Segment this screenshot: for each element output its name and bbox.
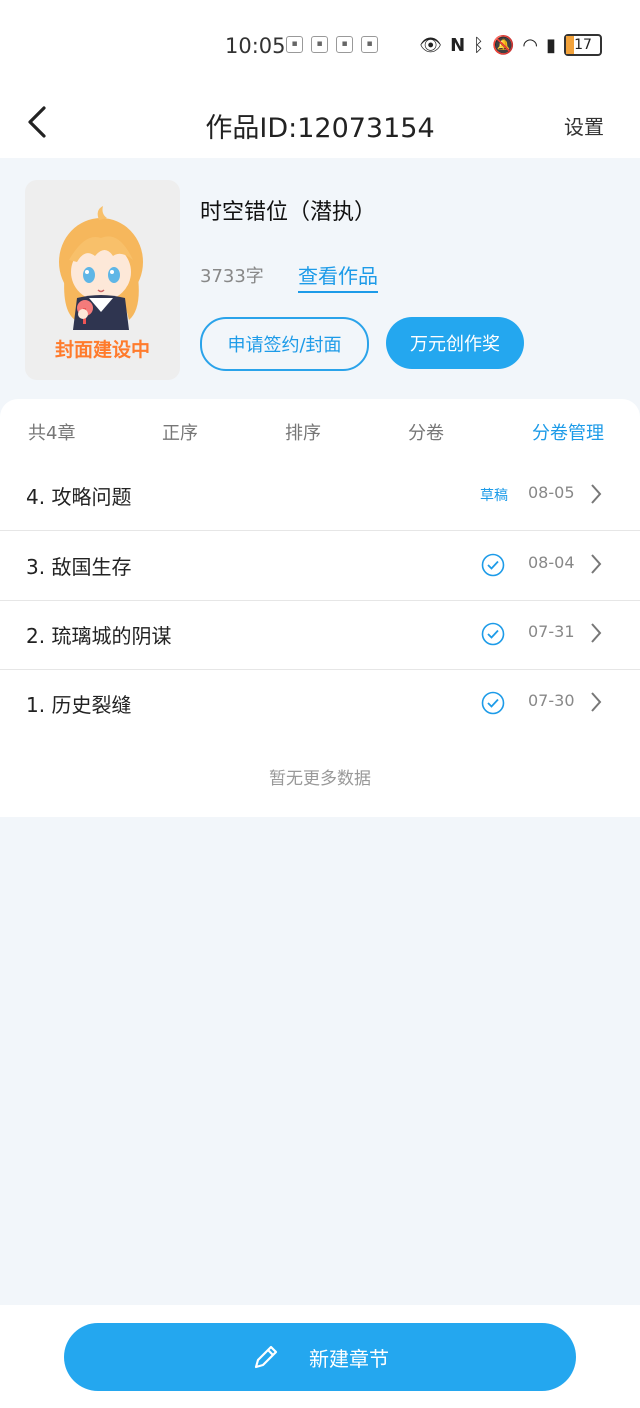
- nfc-icon: N: [450, 34, 466, 56]
- new-chapter-label: 新建章节: [309, 1346, 389, 1371]
- cover-label: 封面建设中: [54, 339, 150, 361]
- chapter-title: 1. 历史裂缝: [26, 693, 132, 717]
- app-notification-icon: ▪: [286, 36, 303, 53]
- bottom-action-bar: 新建章节: [0, 1305, 640, 1408]
- tab-volume[interactable]: 分卷: [408, 419, 444, 445]
- chevron-right-icon: [591, 692, 602, 712]
- published-check-icon: [481, 622, 505, 646]
- no-more-data-text: 暂无更多数据: [269, 769, 371, 789]
- view-work-link[interactable]: 查看作品: [298, 260, 378, 293]
- chevron-right-icon: [591, 554, 602, 574]
- bluetooth-icon: ᛒ: [473, 34, 484, 56]
- battery-icon: 17: [564, 34, 602, 56]
- tab-sort[interactable]: 排序: [285, 419, 321, 445]
- top-nav-bar: 作品ID:12073154 设置: [0, 90, 640, 158]
- pencil-icon: [254, 1345, 278, 1369]
- chapter-row[interactable]: 4. 攻略问题 草稿 08-05: [0, 461, 640, 531]
- chapter-title: 3. 敌国生存: [26, 555, 132, 579]
- chapter-row[interactable]: 3. 敌国生存 08-04: [0, 531, 640, 601]
- word-count: 3733字: [200, 266, 264, 287]
- chapter-date: 08-05: [528, 483, 575, 502]
- wifi-icon: ◠: [522, 34, 539, 56]
- status-time: 10:05: [225, 34, 286, 58]
- chapter-date: 07-31: [528, 622, 575, 641]
- work-title: 时空错位（潜执）: [200, 200, 377, 225]
- chevron-right-icon: [591, 623, 602, 643]
- mute-bell-icon: 🔕: [491, 34, 515, 56]
- chapter-date: 08-04: [528, 553, 575, 572]
- cover-image[interactable]: 封面建设中: [25, 180, 180, 380]
- chapter-count: 共4章: [28, 423, 76, 444]
- chapter-list-card: 共4章 正序 排序 分卷 分卷管理 4. 攻略问题 草稿 08-05 3. 敌国…: [0, 399, 640, 817]
- alert-icon: ▮: [546, 34, 556, 56]
- draft-badge: 草稿: [480, 488, 508, 504]
- apply-contract-button[interactable]: 申请签约/封面: [200, 317, 369, 371]
- chapter-row[interactable]: 1. 历史裂缝 07-30: [0, 669, 640, 738]
- tab-ascending[interactable]: 正序: [162, 419, 198, 445]
- app-notification-icon: ▪: [336, 36, 353, 53]
- creation-award-button[interactable]: 万元创作奖: [386, 317, 524, 369]
- status-bar: 10:05 ▪ ▪ ▪ ▪ 👁 N ᛒ 🔕 ◠ ▮ 17: [0, 0, 640, 90]
- system-icons: 👁 N ᛒ 🔕 ◠ ▮ 17: [419, 34, 602, 56]
- published-check-icon: [481, 553, 505, 577]
- settings-link[interactable]: 设置: [564, 111, 604, 140]
- chapter-title: 4. 攻略问题: [26, 485, 132, 509]
- tab-volume-manage[interactable]: 分卷管理: [532, 419, 604, 445]
- app-notification-icon: ▪: [311, 36, 328, 53]
- chapter-title: 2. 琉璃城的阴谋: [26, 624, 172, 648]
- chapter-toolbar: 共4章 正序 排序 分卷 分卷管理: [0, 419, 640, 449]
- eye-icon: 👁: [419, 34, 443, 56]
- work-info-section: 封面建设中 时空错位（潜执） 3733字 查看作品 申请签约/封面 万元创作奖: [0, 158, 640, 403]
- new-chapter-button[interactable]: 新建章节: [64, 1323, 576, 1391]
- chapter-row[interactable]: 2. 琉璃城的阴谋 07-31: [0, 600, 640, 670]
- chapter-date: 07-30: [528, 691, 575, 710]
- app-notification-icon: ▪: [361, 36, 378, 53]
- page-title: 作品ID:12073154: [205, 113, 435, 144]
- published-check-icon: [481, 691, 505, 715]
- notification-icons: ▪ ▪ ▪ ▪: [286, 36, 378, 53]
- chevron-right-icon: [591, 484, 602, 504]
